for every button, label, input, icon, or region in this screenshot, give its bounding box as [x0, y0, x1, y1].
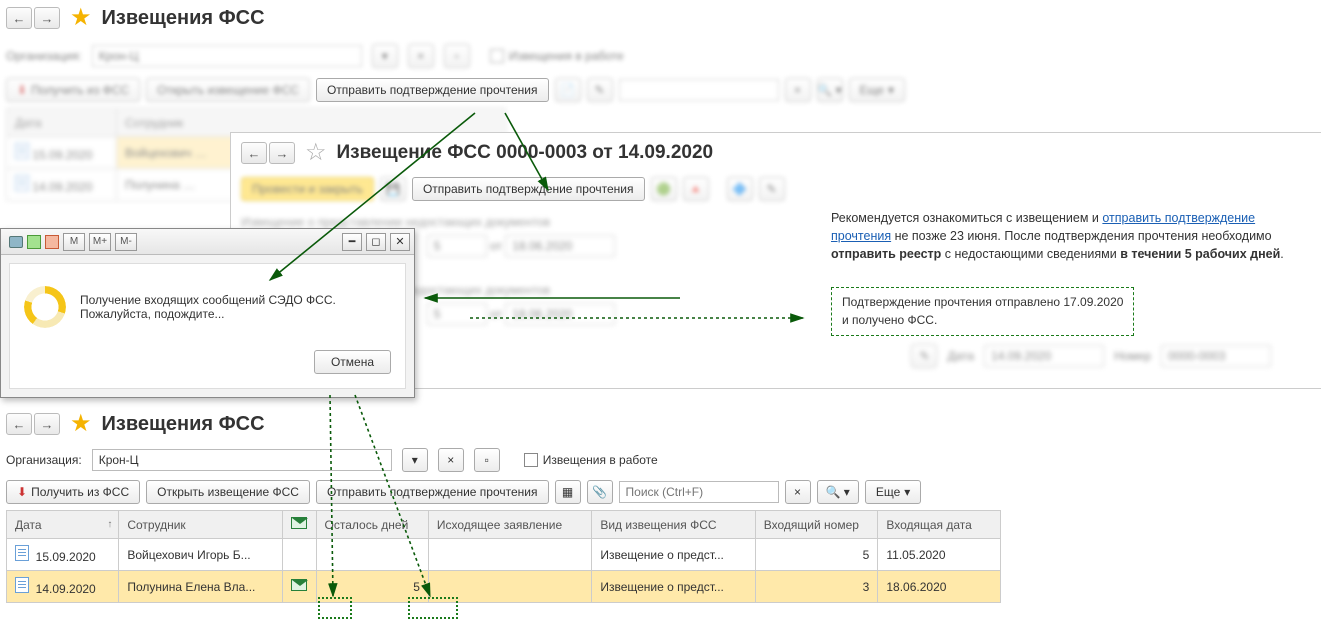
mem-mminus-button[interactable]: М-	[115, 233, 137, 251]
num-label-sub: Номер	[1114, 349, 1151, 363]
icon-c-sub[interactable]: 🔷	[727, 177, 753, 201]
spinner-icon	[24, 286, 66, 328]
edit-button-top[interactable]: ✎	[587, 78, 613, 102]
progress-line2: Пожалуйста, подождите...	[80, 307, 336, 321]
confirmation-status-box: Подтверждение прочтения отправлено 17.09…	[831, 287, 1134, 336]
more-menu-top[interactable]: Еще ▾	[849, 78, 905, 102]
open-notice-bot[interactable]: Открыть извещение ФСС	[146, 480, 310, 504]
nav-buttons-top: ← →	[6, 7, 60, 29]
doc-icon	[15, 577, 29, 593]
th-employee[interactable]: Сотрудник	[119, 511, 282, 539]
mem-m-button[interactable]: М	[63, 233, 85, 251]
th-days[interactable]: Осталось дней	[316, 511, 428, 539]
org-dropdown-top[interactable]: ▾	[372, 44, 398, 68]
send-confirm-button-bot[interactable]: Отправить подтверждение прочтения	[316, 480, 549, 504]
page-title-top: Извещения ФСС	[102, 7, 265, 30]
list-settings-bot[interactable]: ▦	[555, 480, 581, 504]
org-label-bot: Организация:	[6, 453, 82, 467]
calendar-red-icon[interactable]	[45, 235, 59, 249]
num-field-sub[interactable]: 0000-0003	[1161, 345, 1271, 367]
back-button[interactable]: ←	[6, 7, 32, 29]
mail-header-icon	[291, 517, 307, 529]
table-row[interactable]: 15.09.2020 Войцехович Игорь Б... Извещен…	[7, 539, 1001, 571]
th-date-top[interactable]: Дата	[7, 109, 117, 137]
inwork-label-top: Извещения в работе	[509, 49, 624, 63]
annotation-dashed-days	[408, 597, 458, 619]
execute-search-top[interactable]: 🔍 ▾	[817, 78, 843, 102]
org-clear-top[interactable]: ×	[408, 44, 434, 68]
minimize-button[interactable]: ━	[342, 233, 362, 251]
th-outgoing[interactable]: Исходящее заявление	[428, 511, 591, 539]
get-from-fss-top[interactable]: ⬇Получить из ФСС	[6, 78, 140, 102]
org-open-bot[interactable]: ▫	[474, 448, 500, 472]
edit-doc-sub[interactable]: ✎	[911, 344, 937, 368]
page-title-sub: Извещение ФСС 0000-0003 от 14.09.2020	[337, 142, 714, 164]
close-button[interactable]: ✕	[390, 233, 410, 251]
th-in-date[interactable]: Входящая дата	[878, 511, 1001, 539]
inwork-checkbox-top[interactable]	[490, 49, 504, 63]
date-label-sub: Дата	[947, 349, 974, 363]
table-row[interactable]: 14.09.2020 Полунина Елена Вла... 5 Извещ…	[7, 571, 1001, 603]
th-in-num[interactable]: Входящий номер	[755, 511, 878, 539]
maximize-button[interactable]: ◻	[366, 233, 386, 251]
inwork-checkbox-bot[interactable]	[524, 453, 538, 467]
inwork-label-bot: Извещения в работе	[543, 453, 658, 467]
cancel-button[interactable]: Отмена	[314, 350, 391, 374]
icon-a-sub[interactable]: 🟢	[651, 177, 677, 201]
progress-dialog: М М+ М- ━ ◻ ✕ Получение входящих сообщен…	[0, 228, 415, 398]
calendar-green-icon[interactable]	[27, 235, 41, 249]
send-confirm-button-sub[interactable]: Отправить подтверждение прочтения	[412, 177, 645, 201]
forward-button[interactable]: →	[34, 7, 60, 29]
mem-mplus-button[interactable]: М+	[89, 233, 111, 251]
attach-bot[interactable]: 📎	[587, 480, 613, 504]
more-menu-bot[interactable]: Еще ▾	[865, 480, 921, 504]
org-clear-bot[interactable]: ×	[438, 448, 464, 472]
star-icon[interactable]: ★	[70, 6, 92, 30]
org-open-top[interactable]: ▫	[444, 44, 470, 68]
send-confirm-button-top[interactable]: Отправить подтверждение прочтения	[316, 78, 549, 102]
th-kind[interactable]: Вид извещения ФСС	[592, 511, 755, 539]
recommendation-text: Рекомендуется ознакомиться с извещением …	[831, 209, 1311, 263]
back-button-bot[interactable]: ←	[6, 413, 32, 435]
search-top[interactable]	[619, 79, 779, 101]
forward-button-sub[interactable]: →	[269, 142, 295, 164]
th-mail-icon[interactable]	[282, 511, 316, 539]
print-icon[interactable]	[9, 236, 23, 248]
org-label-top: Организация:	[6, 49, 82, 63]
new-button-top[interactable]: 📄	[555, 78, 581, 102]
annotation-dashed-mail	[318, 597, 352, 619]
org-field-bot[interactable]: Крон-Ц	[92, 449, 392, 471]
doc-icon	[15, 545, 29, 561]
date-field-sub[interactable]: 14.09.2020	[984, 345, 1104, 367]
clear-search-top[interactable]: ×	[785, 78, 811, 102]
execute-search-bot[interactable]: 🔍 ▾	[817, 480, 859, 504]
clear-search-bot[interactable]: ×	[785, 480, 811, 504]
org-field-top[interactable]: Крон-Ц	[92, 45, 362, 67]
star-icon-sub[interactable]: ☆	[305, 141, 327, 165]
forward-button-bot[interactable]: →	[34, 413, 60, 435]
mail-icon	[291, 579, 307, 591]
page-title-bot: Извещения ФСС	[102, 413, 265, 436]
notices-table: Дата↑ Сотрудник Осталось дней Исходящее …	[6, 510, 1001, 603]
icon-b-sub[interactable]: 🔺	[683, 177, 709, 201]
th-date[interactable]: Дата↑	[7, 511, 119, 539]
star-icon-bot[interactable]: ★	[70, 412, 92, 436]
open-notice-top[interactable]: Открыть извещение ФСС	[146, 78, 310, 102]
back-button-sub[interactable]: ←	[241, 142, 267, 164]
save-button-sub[interactable]: 💾	[380, 177, 406, 201]
org-dropdown-bot[interactable]: ▾	[402, 448, 428, 472]
icon-d-sub[interactable]: ✎	[759, 177, 785, 201]
record-button-sub[interactable]: Провести и закрыть	[241, 177, 374, 201]
search-bot[interactable]	[619, 481, 779, 503]
progress-line1: Получение входящих сообщений СЭДО ФСС.	[80, 293, 336, 307]
get-from-fss-bot[interactable]: ⬇Получить из ФСС	[6, 480, 140, 504]
